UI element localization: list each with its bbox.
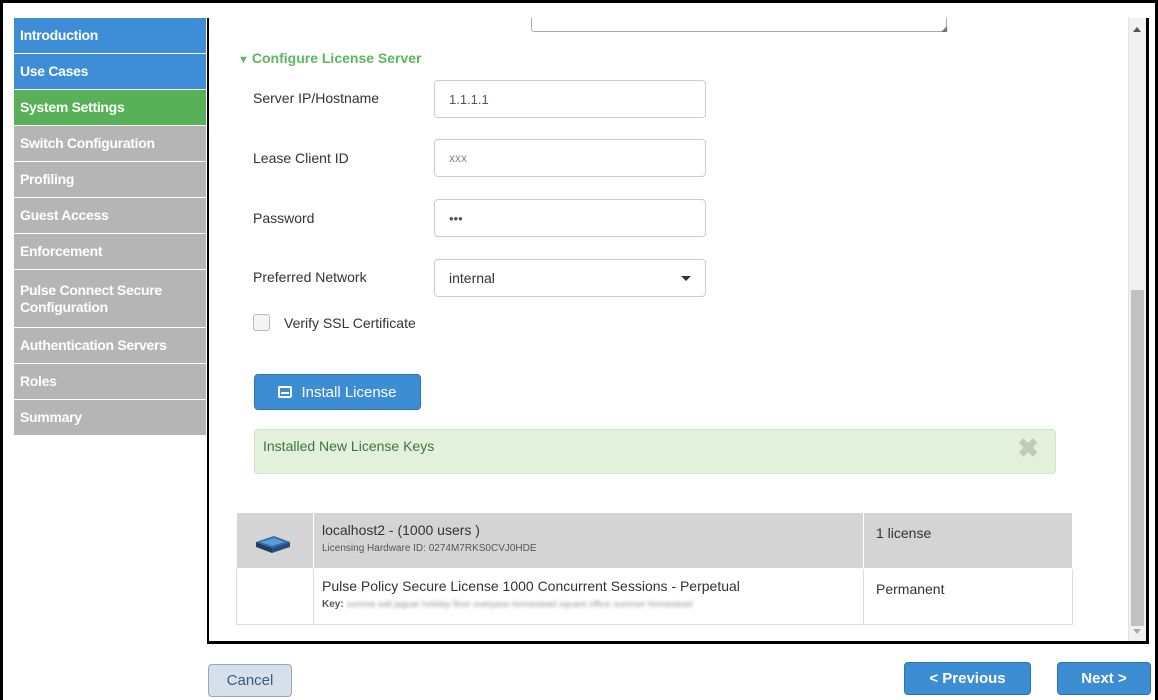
sidebar-item-pulse-connect-secure: Pulse Connect Secure Configuration: [14, 270, 206, 328]
sidebar-item-label: Use Cases: [20, 63, 89, 79]
password-label: Password: [253, 210, 315, 226]
preferred-network-select[interactable]: internal: [434, 259, 706, 297]
sidebar-item-authentication-servers: Authentication Servers: [14, 328, 206, 364]
install-license-label: Install License: [301, 383, 397, 401]
inbox-icon: [278, 386, 293, 398]
device-cell: localhost2 - (1000 users ) Licensing Har…: [313, 512, 864, 569]
resize-grip-icon[interactable]: ◢: [941, 24, 947, 33]
caret-down-icon: [681, 275, 691, 281]
sidebar-item-label: Introduction: [20, 27, 99, 43]
license-table: localhost2 - (1000 users ) Licensing Har…: [236, 512, 1073, 625]
key-label: Key:: [322, 599, 344, 610]
sidebar-item-label: Pulse Connect Secure Configuration: [20, 281, 162, 315]
textarea-bottom-edge[interactable]: [531, 18, 947, 32]
license-cell: Pulse Policy Secure License 1000 Concurr…: [313, 568, 864, 625]
sidebar-item-label: Roles: [20, 373, 57, 389]
sidebar-item-summary: Summary: [14, 400, 206, 436]
content-panel: ◢ ▼ Configure License Server Server IP/Ho…: [207, 18, 1149, 644]
verify-ssl-label: Verify SSL Certificate: [284, 314, 416, 331]
verify-ssl-row[interactable]: Verify SSL Certificate: [253, 314, 416, 331]
preferred-network-value: internal: [449, 270, 495, 286]
sidebar-item-guest-access: Guest Access: [14, 198, 206, 234]
appliance-icon: [256, 536, 290, 553]
lease-client-id-label: Lease Client ID: [253, 150, 349, 166]
chevron-down-icon: ▼: [238, 54, 249, 66]
device-icon-cell: [236, 512, 314, 569]
sidebar-item-use-cases[interactable]: Use Cases: [14, 54, 206, 90]
vertical-scrollbar[interactable]: [1128, 18, 1146, 641]
scroll-thumb[interactable]: [1131, 290, 1144, 626]
previous-button[interactable]: < Previous: [904, 662, 1031, 695]
key-value: sunrise salt jaguar holiday floor overpa…: [346, 599, 693, 609]
empty-cell: [236, 568, 314, 625]
server-ip-label: Server IP/Hostname: [253, 90, 380, 106]
configure-license-server-toggle[interactable]: ▼ Configure License Server: [238, 50, 422, 66]
verify-ssl-checkbox[interactable]: [253, 314, 270, 331]
sidebar-item-label: Profiling: [20, 171, 75, 187]
sidebar-item-label: Authentication Servers: [20, 337, 167, 353]
license-title: Pulse Policy Secure License 1000 Concurr…: [322, 578, 740, 594]
license-count: 1 license: [863, 512, 1073, 569]
sidebar-item-introduction[interactable]: Introduction: [14, 18, 206, 54]
install-license-button[interactable]: Install License: [254, 374, 421, 410]
server-ip-value: 1.1.1.1: [449, 91, 489, 107]
sidebar-item-label: Guest Access: [20, 207, 109, 223]
device-title: localhost2 - (1000 users ): [322, 522, 480, 538]
sidebar-item-system-settings[interactable]: System Settings: [14, 90, 206, 126]
wizard-frame: Introduction Use Cases System Settings S…: [0, 0, 1158, 700]
cancel-button[interactable]: Cancel: [208, 664, 292, 697]
sidebar-item-label: Switch Configuration: [20, 135, 155, 151]
scroll-down-icon[interactable]: [1133, 629, 1141, 634]
lease-client-id-input[interactable]: xxx: [434, 139, 706, 177]
sidebar-item-switch-configuration: Switch Configuration: [14, 126, 206, 162]
table-row: localhost2 - (1000 users ) Licensing Har…: [236, 512, 1073, 569]
sidebar-item-enforcement: Enforcement: [14, 234, 206, 270]
close-icon[interactable]: ✖: [1017, 433, 1039, 463]
password-input[interactable]: •••: [434, 199, 706, 237]
sidebar-item-roles: Roles: [14, 364, 206, 400]
wizard-sidebar: Introduction Use Cases System Settings S…: [14, 18, 206, 436]
table-row: Pulse Policy Secure License 1000 Concurr…: [236, 568, 1073, 625]
success-alert: Installed New License Keys ✖: [254, 429, 1056, 474]
next-button[interactable]: Next >: [1057, 662, 1151, 695]
alert-message: Installed New License Keys: [263, 438, 435, 454]
section-title: Configure License Server: [251, 50, 422, 66]
hardware-id: Licensing Hardware ID: 0274M7RKS0CVJ0HDE: [322, 543, 537, 554]
sidebar-item-label: Summary: [20, 409, 82, 425]
sidebar-item-label: System Settings: [20, 99, 125, 115]
license-term: Permanent: [863, 568, 1073, 625]
preferred-network-label: Preferred Network: [253, 269, 367, 285]
sidebar-item-label: Enforcement: [20, 243, 103, 259]
server-ip-input[interactable]: 1.1.1.1: [434, 80, 706, 118]
lease-client-id-value: xxx: [449, 151, 467, 165]
password-value: •••: [449, 210, 463, 226]
scroll-up-icon[interactable]: [1133, 27, 1141, 32]
sidebar-item-profiling: Profiling: [14, 162, 206, 198]
